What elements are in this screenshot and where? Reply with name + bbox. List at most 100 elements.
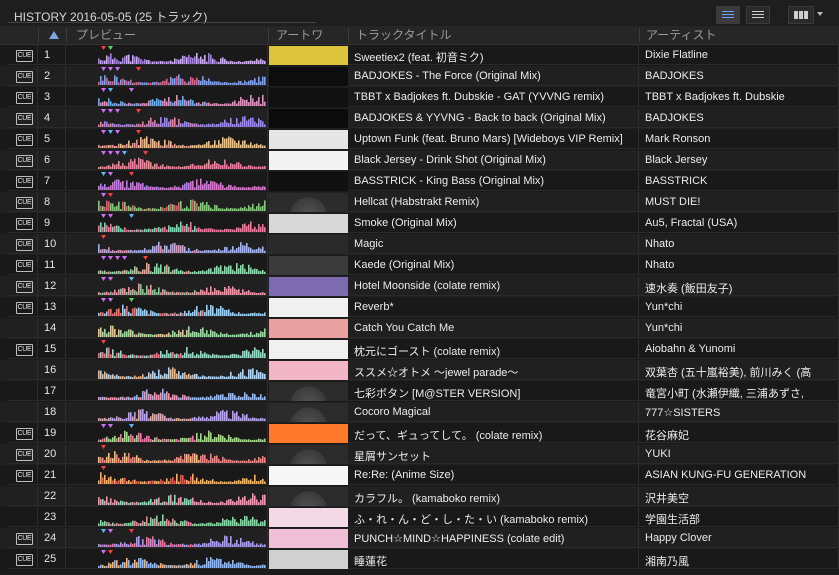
sort-ascending-icon[interactable] [49, 31, 59, 39]
track-row[interactable]: CUE 6 Black Jersey - Drink Shot (Original … [0, 150, 839, 171]
cue-icon[interactable]: CUE [16, 239, 33, 251]
cue-icon[interactable]: CUE [16, 428, 33, 440]
track-title[interactable]: Magic [354, 238, 638, 250]
cue-icon[interactable]: CUE [16, 71, 33, 83]
track-artist[interactable]: Yun*chi [645, 322, 835, 334]
cue-icon[interactable]: CUE [16, 470, 33, 482]
waveform-preview[interactable] [98, 130, 266, 148]
grid-view-button[interactable] [788, 6, 814, 24]
track-artist[interactable]: 学園生活部 [645, 511, 835, 527]
waveform-preview[interactable] [98, 256, 266, 274]
track-row[interactable]: CUE 5 Uptown Funk (feat. Bruno Mars) [Wide… [0, 129, 839, 150]
track-title[interactable]: 枕元にゴースト (colate remix) [354, 343, 638, 359]
cue-icon[interactable]: CUE [16, 92, 33, 104]
track-title[interactable]: Hellcat (Habstrakt Remix) [354, 196, 638, 208]
track-artist[interactable]: 速水奏 (飯田友子) [645, 280, 835, 296]
cue-icon[interactable]: CUE [16, 50, 33, 62]
track-title[interactable]: Smoke (Original Mix) [354, 217, 638, 229]
column-header-title[interactable]: トラックタイトル [356, 26, 636, 44]
track-artist[interactable]: BASSTRICK [645, 175, 835, 187]
waveform-preview[interactable] [98, 403, 266, 421]
track-row[interactable]: CUE 2 BADJOKES - The Force (Original Mix) B… [0, 66, 839, 87]
track-title[interactable]: カラフル。 (kamaboko remix) [354, 490, 638, 506]
track-row[interactable]: CUE 12 Hotel Moonside (colate remix) 速水奏 (飯… [0, 276, 839, 297]
waveform-preview[interactable] [98, 214, 266, 232]
cue-icon[interactable]: CUE [16, 113, 33, 125]
track-title[interactable]: Catch You Catch Me [354, 322, 638, 334]
cue-icon[interactable]: CUE [16, 554, 33, 566]
track-title[interactable]: 七彩ボタン [M@STER VERSION] [354, 385, 638, 401]
column-header-artwork[interactable]: アートワ [276, 26, 346, 44]
track-row[interactable]: 22 カラフル。 (kamaboko remix) 沢井美空 [0, 486, 839, 507]
track-row[interactable]: 16 ススメ☆オトメ 〜jewel parade〜 双葉杏 (五十嵐裕美), 前川み… [0, 360, 839, 381]
track-artist[interactable]: BADJOKES [645, 70, 835, 82]
chevron-down-icon[interactable] [817, 12, 823, 16]
waveform-preview[interactable] [98, 88, 266, 106]
track-row[interactable]: CUE 19 だって、ギュってして。 (colate remix) 花谷麻妃 [0, 423, 839, 444]
waveform-preview[interactable] [98, 466, 266, 484]
track-row[interactable]: CUE 13 Reverb* Yun*chi [0, 297, 839, 318]
waveform-preview[interactable] [98, 508, 266, 526]
track-row[interactable]: CUE 25 睡蓮花 湘南乃風 [0, 549, 839, 570]
waveform-preview[interactable] [98, 109, 266, 127]
track-title[interactable]: Hotel Moonside (colate remix) [354, 280, 638, 292]
track-row[interactable]: CUE 24 PUNCH☆MIND☆HAPPINESS (colate edit) H… [0, 528, 839, 549]
track-artist[interactable]: BADJOKES [645, 112, 835, 124]
waveform-preview[interactable] [98, 235, 266, 253]
waveform-preview[interactable] [98, 382, 266, 400]
track-artist[interactable]: ASIAN KUNG-FU GENERATION [645, 469, 835, 481]
cue-icon[interactable]: CUE [16, 197, 33, 209]
track-title[interactable]: Black Jersey - Drink Shot (Original Mix) [354, 154, 638, 166]
track-row[interactable]: 23 ふ・れ・ん・ど・し・た・い (kamaboko remix) 学園生活部 [0, 507, 839, 528]
track-row[interactable]: CUE 20 星屑サンセット YUKI [0, 444, 839, 465]
track-title[interactable]: Sweetiex2 (feat. 初音ミク) [354, 49, 638, 65]
track-artist[interactable]: YUKI [645, 448, 835, 460]
waveform-preview[interactable] [98, 46, 266, 64]
track-artist[interactable]: 竜宮小町 (水瀬伊織, 三浦あずさ, [645, 385, 835, 401]
detail-view-button[interactable] [746, 6, 770, 24]
cue-icon[interactable]: CUE [16, 449, 33, 461]
track-title[interactable]: BADJOKES - The Force (Original Mix) [354, 70, 638, 82]
track-row[interactable]: CUE 21 Re:Re: (Anime Size) ASIAN KUNG-FU GE… [0, 465, 839, 486]
waveform-preview[interactable] [98, 340, 266, 358]
column-header-preview[interactable]: プレビュー [76, 26, 256, 44]
track-row[interactable]: 17 七彩ボタン [M@STER VERSION] 竜宮小町 (水瀬伊織, 三浦あず… [0, 381, 839, 402]
cue-icon[interactable]: CUE [16, 176, 33, 188]
track-artist[interactable]: Aiobahn & Yunomi [645, 343, 835, 355]
track-artist[interactable]: 双葉杏 (五十嵐裕美), 前川みく (高 [645, 364, 835, 380]
track-row[interactable]: CUE 8 Hellcat (Habstrakt Remix) MUST DIE! [0, 192, 839, 213]
track-row[interactable]: CUE 10 Magic Nhato [0, 234, 839, 255]
column-header-artist[interactable]: アーティスト [646, 26, 836, 44]
waveform-preview[interactable] [98, 550, 266, 568]
track-title[interactable]: 睡蓮花 [354, 553, 638, 569]
cue-icon[interactable]: CUE [16, 302, 33, 314]
track-row[interactable]: CUE 3 TBBT x Badjokes ft. Dubskie - GAT (Y… [0, 87, 839, 108]
waveform-preview[interactable] [98, 529, 266, 547]
waveform-preview[interactable] [98, 487, 266, 505]
cue-icon[interactable]: CUE [16, 134, 33, 146]
waveform-preview[interactable] [98, 172, 266, 190]
track-title[interactable]: Re:Re: (Anime Size) [354, 469, 638, 481]
cue-icon[interactable]: CUE [16, 155, 33, 167]
cue-icon[interactable]: CUE [16, 533, 33, 545]
track-row[interactable]: CUE 4 BADJOKES & YYVNG - Back to back (Ori… [0, 108, 839, 129]
track-artist[interactable]: Mark Ronson [645, 133, 835, 145]
track-artist[interactable]: 湘南乃風 [645, 553, 835, 569]
waveform-preview[interactable] [98, 424, 266, 442]
track-artist[interactable]: 花谷麻妃 [645, 427, 835, 443]
cue-icon[interactable]: CUE [16, 281, 33, 293]
track-artist[interactable]: Nhato [645, 238, 835, 250]
track-artist[interactable]: TBBT x Badjokes ft. Dubskie [645, 91, 835, 103]
track-row[interactable]: CUE 7 BASSTRICK - King Bass (Original Mix)… [0, 171, 839, 192]
track-title[interactable]: Uptown Funk (feat. Bruno Mars) [Wideboys… [354, 133, 638, 145]
track-title[interactable]: ススメ☆オトメ 〜jewel parade〜 [354, 364, 638, 380]
track-title[interactable]: PUNCH☆MIND☆HAPPINESS (colate edit) [354, 532, 638, 545]
track-artist[interactable]: Happy Clover [645, 532, 835, 544]
track-title[interactable]: BADJOKES & YYVNG - Back to back (Origina… [354, 112, 638, 124]
track-row[interactable]: CUE 9 Smoke (Original Mix) Au5, Fractal (US… [0, 213, 839, 234]
track-title[interactable]: Kaede (Original Mix) [354, 259, 638, 271]
waveform-preview[interactable] [98, 298, 266, 316]
waveform-preview[interactable] [98, 193, 266, 211]
track-title[interactable]: Cocoro Magical [354, 406, 638, 418]
track-title[interactable]: 星屑サンセット [354, 448, 638, 464]
